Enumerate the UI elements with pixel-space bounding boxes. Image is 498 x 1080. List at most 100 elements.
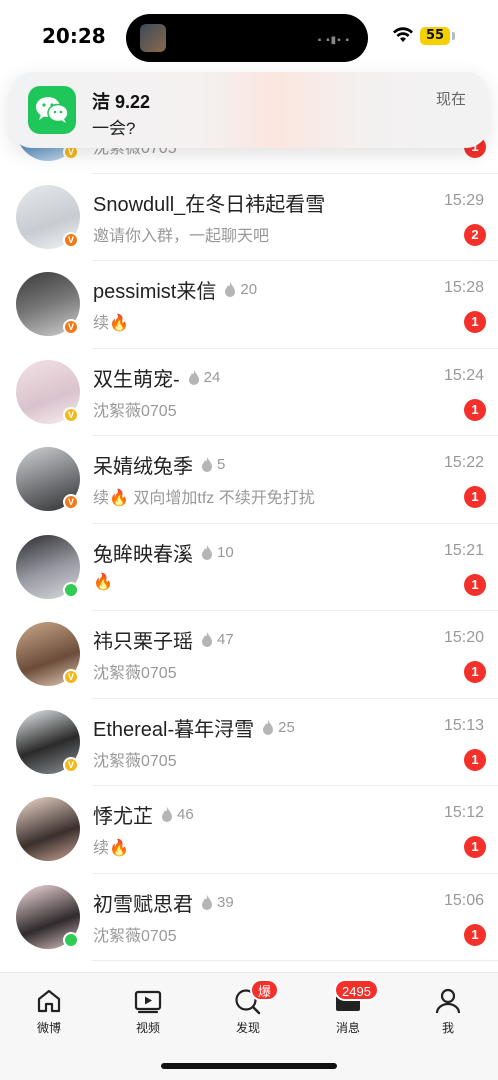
- message-time: 15:06: [443, 891, 484, 909]
- conversation-row[interactable]: Vpessimist来信 20 15:28 续🔥 1: [0, 261, 498, 349]
- contact-name: 双生萌宠-: [93, 368, 180, 391]
- profile-icon: [435, 988, 461, 1014]
- streak-flame-icon: [202, 894, 212, 910]
- streak-flame-icon: [202, 544, 212, 560]
- tab-me[interactable]: 我: [418, 987, 478, 1037]
- dynamic-island[interactable]: ▪ ▪▮▪ ▪: [126, 14, 368, 62]
- name-line: 悸尤芷 46: [93, 800, 194, 829]
- contact-name: 祎只栗子瑶: [93, 631, 193, 653]
- tab-discover[interactable]: 发现 爆: [218, 979, 280, 1037]
- streak-count: 5: [217, 456, 226, 473]
- unread-count-badge: 1: [464, 311, 486, 333]
- message-time: 15:20: [443, 629, 484, 646]
- status-time: 20:28: [42, 24, 106, 48]
- streak-count: 39: [217, 893, 234, 911]
- unread-count-badge: 1: [464, 923, 486, 946]
- conversation-row[interactable]: V 双生萌宠- 24 15:24 沈絮薇0705 1: [0, 349, 498, 437]
- streak-flame-icon: [162, 807, 172, 822]
- status-bar: 20:28 ▪ ▪▮▪ ▪ 55: [0, 0, 498, 70]
- streak-count: 47: [217, 631, 234, 648]
- verified-badge-icon: V: [63, 669, 79, 685]
- name-line: Snowdull_在冬日袆起看雪: [93, 188, 325, 217]
- tab-weibo[interactable]: 微博: [19, 987, 79, 1037]
- tab-label-discover: 发现: [235, 1021, 260, 1035]
- conversation-row[interactable]: V Snowdull_在冬日袆起看雪 15:29 邀请你入群，一起聊天吧 2: [0, 174, 498, 262]
- streak-count: 46: [177, 806, 194, 823]
- conversation-row[interactable]: 悸尤芷 46 15:12 续🔥 1: [0, 786, 498, 874]
- unread-count-badge: 1: [464, 398, 486, 421]
- wechat-app-icon: [28, 86, 76, 134]
- streak-count: 24: [203, 368, 221, 386]
- wifi-icon: [393, 27, 413, 42]
- message-preview: 续🔥 双向增加tfz 不续开免打扰: [93, 490, 315, 507]
- verified-badge-icon: V: [63, 406, 79, 423]
- message-preview: 续🔥: [93, 315, 129, 332]
- conversation-row[interactable]: 初雪赋思君 39 15:06 沈絮薇0705 1: [0, 874, 498, 962]
- name-line: Ethereal-暮年浔雪 25: [93, 713, 295, 742]
- verified-badge-icon: V: [63, 494, 79, 510]
- now-playing-thumbnail: [140, 24, 166, 52]
- streak-count: 10: [217, 543, 234, 561]
- message-preview: 沈絮薇0705: [93, 752, 177, 770]
- message-time: 15:29: [443, 191, 484, 209]
- unread-count-badge: 1: [464, 661, 486, 683]
- conversation-row[interactable]: 兔眸映春溪 10 15:21 🔥 1: [0, 524, 498, 612]
- verified-badge-icon: V: [63, 319, 79, 335]
- audio-wave-icon: ▪ ▪▮▪ ▪: [317, 35, 350, 46]
- contact-name: Snowdull_在冬日袆起看雪: [93, 193, 326, 216]
- hot-badge: 爆: [250, 979, 280, 1001]
- streak-flame-icon: [188, 369, 199, 385]
- message-preview: 续🔥: [93, 840, 129, 857]
- notification-banner[interactable]: 洁 9.22 一会? 现在: [10, 72, 488, 148]
- conversation-list[interactable]: VBunnyNape6215:36沈絮薇07051VSnowdull_在冬日袆起…: [0, 122, 498, 972]
- unread-count-badge: 1: [464, 748, 486, 771]
- name-line: 初雪赋思君 39: [93, 888, 234, 917]
- contact-name: 兔眸映春溪: [93, 543, 193, 566]
- battery-nub: [452, 32, 455, 40]
- message-preview: 邀请你入群，一起聊天吧: [93, 227, 270, 245]
- streak-count: 25: [278, 718, 295, 736]
- tab-video[interactable]: 视频: [118, 987, 178, 1037]
- tab-label-weibo: 微博: [36, 1021, 61, 1035]
- online-status-dot: [63, 931, 79, 948]
- name-line: 祎只栗子瑶 47: [93, 625, 234, 654]
- streak-flame-icon: [202, 632, 212, 647]
- message-time: 15:22: [443, 454, 484, 471]
- streak-count: 20: [240, 281, 258, 298]
- name-line: pessimist来信 20: [93, 275, 257, 304]
- contact-name: pessimist来信: [93, 281, 217, 303]
- unread-count-badge: 1: [464, 573, 486, 596]
- streak-flame-icon: [225, 282, 236, 297]
- streak-flame-icon: [202, 457, 212, 472]
- message-time: 15:13: [443, 716, 484, 734]
- message-preview: 🔥: [93, 573, 113, 591]
- name-line: 呆婧绒兔季 5: [93, 450, 225, 479]
- streak-flame-icon: [263, 719, 274, 735]
- message-time: 15:28: [443, 279, 484, 296]
- online-status-dot: [63, 581, 79, 598]
- unread-count-badge: 1: [464, 836, 486, 858]
- tab-label-me: 我: [441, 1021, 454, 1035]
- contact-name: 悸尤芷: [93, 806, 153, 828]
- contact-name: 呆婧绒兔季: [93, 456, 193, 478]
- conversation-row[interactable]: V 呆婧绒兔季 5 15:22 续🔥 双向增加tfz 不续开免打扰 1: [0, 436, 498, 524]
- message-time: 15:21: [443, 541, 484, 559]
- contact-name: Ethereal-暮年浔雪: [93, 718, 255, 741]
- tab-messages[interactable]: 消息 2495: [318, 979, 379, 1037]
- notification-title: 洁 9.22: [92, 92, 151, 112]
- name-line: 兔眸映春溪 10: [93, 538, 234, 567]
- message-preview: 沈絮薇0705: [93, 402, 177, 420]
- conversation-row[interactable]: V 祎只栗子瑶 47 15:20 沈絮薇0705 1: [0, 611, 498, 699]
- message-time: 15:12: [443, 804, 484, 821]
- battery-indicator: 55: [420, 27, 450, 45]
- tab-label-video: 视频: [135, 1021, 160, 1035]
- avatar[interactable]: [16, 797, 80, 861]
- video-icon: [134, 990, 162, 1014]
- message-time: 15:24: [443, 366, 484, 384]
- verified-badge-icon: V: [63, 756, 79, 773]
- messages-count-badge: 2495: [334, 979, 379, 1001]
- conversation-row[interactable]: V Ethereal-暮年浔雪 25 15:13 沈絮薇0705 1: [0, 699, 498, 787]
- contact-name: 初雪赋思君: [93, 893, 193, 916]
- tab-label-messages: 消息: [335, 1021, 360, 1035]
- notification-body: 一会?: [92, 119, 136, 138]
